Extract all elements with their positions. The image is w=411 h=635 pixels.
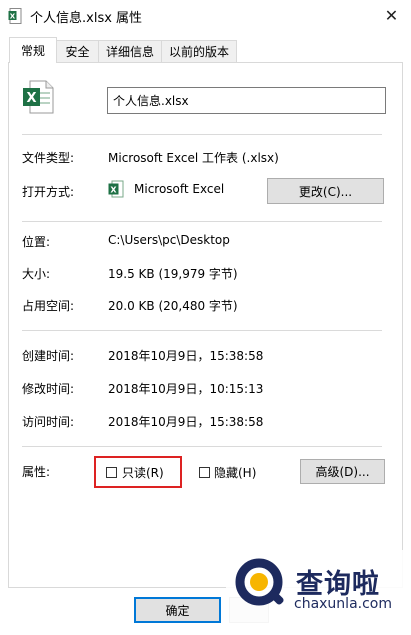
hidden-label[interactable]: 隐藏(H)	[214, 464, 256, 481]
modified-label: 修改时间:	[22, 382, 75, 396]
open-with-label: 打开方式:	[22, 185, 75, 199]
separator	[22, 221, 382, 222]
excel-file-icon: X	[22, 80, 54, 114]
file-type-label: 文件类型:	[22, 151, 75, 165]
attributes-label: 属性:	[22, 465, 51, 479]
separator	[22, 446, 382, 447]
watermark-url: chaxunla.com	[294, 596, 392, 612]
file-type-value: Microsoft Excel 工作表 (.xlsx)	[108, 151, 279, 165]
filename-input[interactable]: 个人信息.xlsx	[107, 87, 386, 114]
ok-button[interactable]: 确定	[134, 597, 221, 623]
tab-previous-versions[interactable]: 以前的版本	[161, 40, 237, 62]
modified-value: 2018年10月9日，10:15:13	[108, 382, 264, 396]
excel-file-icon: X	[8, 8, 22, 24]
window-title: 个人信息.xlsx 属性	[30, 11, 143, 26]
change-button[interactable]: 更改(C)...	[267, 178, 384, 204]
excel-app-icon: X	[108, 180, 124, 198]
advanced-button[interactable]: 高级(D)...	[300, 459, 385, 484]
disk-size-value: 20.0 KB (20,480 字节)	[108, 299, 238, 313]
created-label: 创建时间:	[22, 349, 75, 363]
location-value: C:\Users\pc\Desktop	[108, 233, 230, 247]
general-panel	[8, 62, 403, 588]
close-button[interactable]: ✕	[372, 0, 411, 31]
readonly-checkbox[interactable]	[106, 467, 117, 478]
tab-general[interactable]: 常规	[9, 37, 57, 63]
title-bar: X 个人信息.xlsx 属性 ✕	[0, 0, 411, 31]
open-with-app: Microsoft Excel	[134, 182, 225, 196]
tab-details[interactable]: 详细信息	[98, 40, 162, 62]
watermark-logo-icon	[232, 556, 288, 612]
tab-security[interactable]: 安全	[56, 40, 99, 62]
created-value: 2018年10月9日，15:38:58	[108, 349, 264, 363]
size-value: 19.5 KB (19,979 字节)	[108, 267, 238, 281]
separator	[22, 134, 382, 135]
svg-text:X: X	[26, 91, 36, 106]
separator	[22, 330, 382, 331]
disk-size-label: 占用空间:	[22, 299, 75, 313]
accessed-label: 访问时间:	[22, 415, 75, 429]
location-label: 位置:	[22, 235, 51, 249]
hidden-checkbox[interactable]	[199, 467, 210, 478]
svg-text:X: X	[110, 186, 117, 195]
size-label: 大小:	[22, 267, 51, 281]
accessed-value: 2018年10月9日，15:38:58	[108, 415, 264, 429]
svg-text:X: X	[10, 13, 16, 21]
readonly-label[interactable]: 只读(R)	[122, 464, 164, 481]
